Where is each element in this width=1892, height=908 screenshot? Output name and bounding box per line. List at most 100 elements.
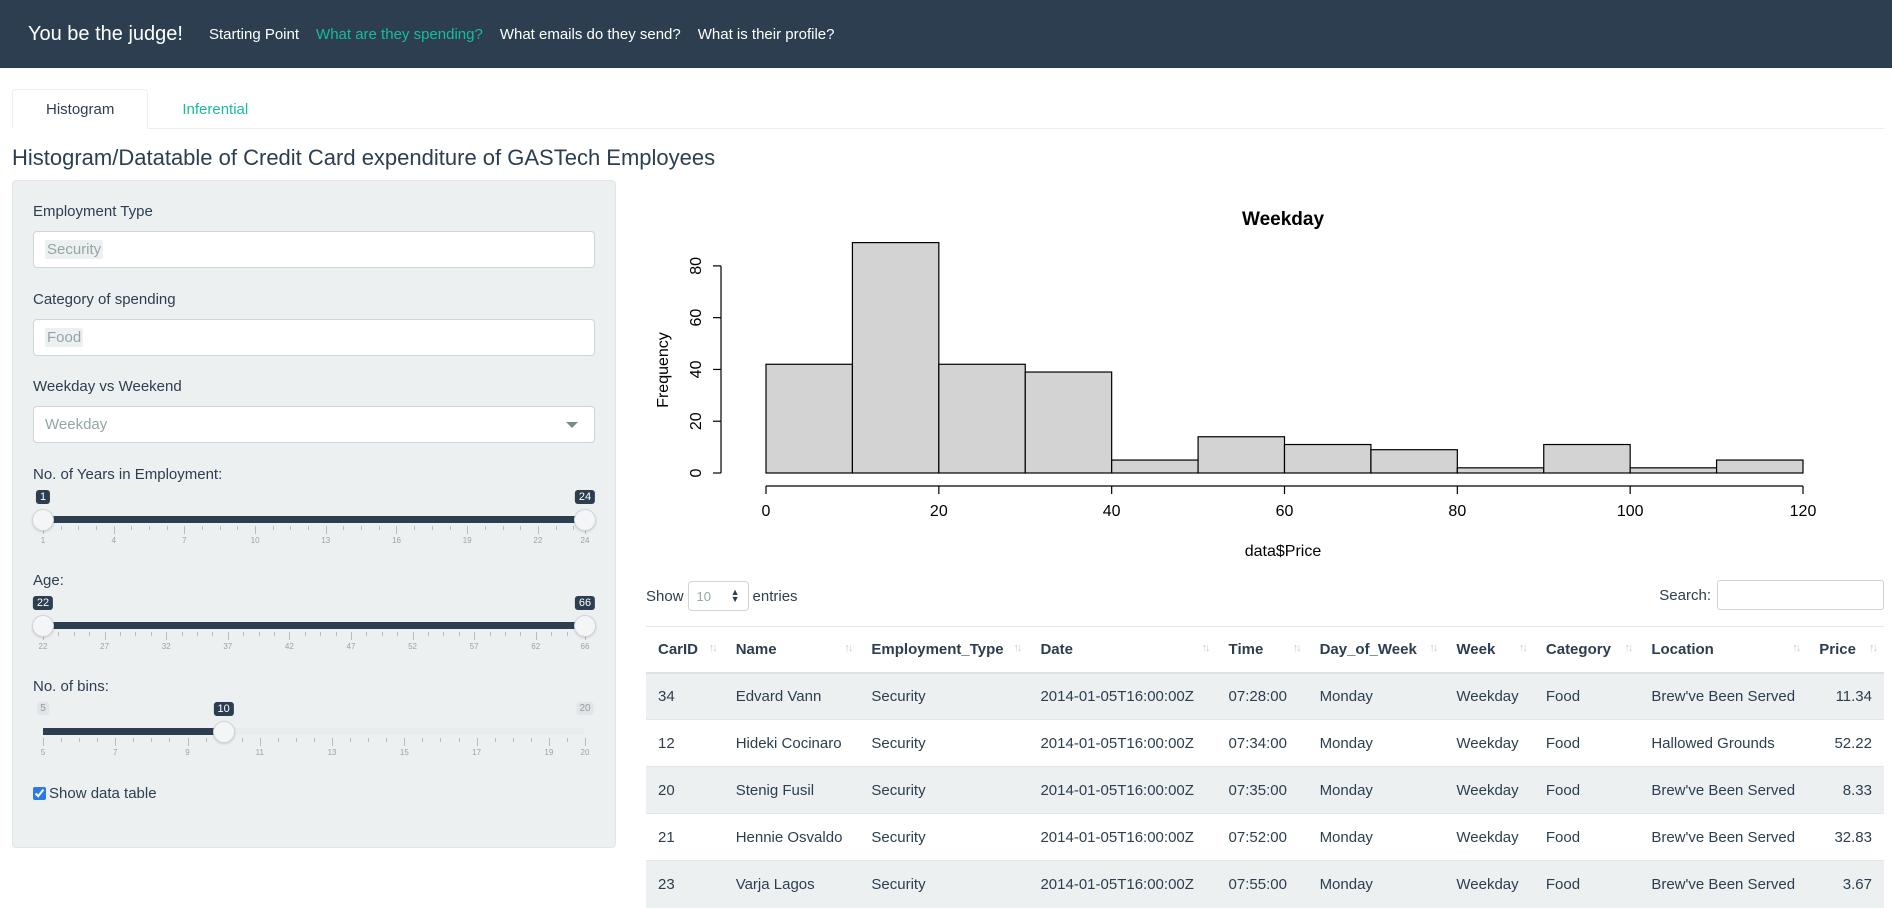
slider-minor-tick xyxy=(202,526,204,530)
chart-y-axis-label: Frequency xyxy=(655,332,672,408)
slider-minor-tick xyxy=(440,738,442,742)
slider-minor-tick xyxy=(58,632,60,636)
slider-from-handle[interactable] xyxy=(32,509,54,531)
column-header-location[interactable]: Location ↑↓ xyxy=(1639,626,1808,674)
column-header-price[interactable]: Price ↑↓ xyxy=(1807,626,1884,674)
column-header-name[interactable]: Name ↑↓ xyxy=(723,626,860,674)
nav-spending[interactable]: What are they spending? xyxy=(316,26,483,43)
employment-type-chip[interactable]: Security xyxy=(45,240,104,259)
slider-tick xyxy=(476,738,478,746)
employment-type-input[interactable]: Security xyxy=(33,231,595,268)
slider-tick-label: 37 xyxy=(223,642,233,651)
category-input[interactable]: Food xyxy=(33,319,595,356)
slider-handle[interactable] xyxy=(212,721,235,743)
table-cell: Security xyxy=(859,766,1029,814)
age-range-slider[interactable]: 22 27 32 37 42 47 52 57 62 66 22 66 xyxy=(32,586,596,651)
slider-minor-tick xyxy=(449,526,451,530)
entries-select[interactable]: 10 ▲ ▼ xyxy=(687,581,749,611)
weekday-select[interactable]: Weekday xyxy=(33,406,595,443)
slider-minor-tick xyxy=(504,632,506,636)
slider-to-handle[interactable] xyxy=(574,509,596,531)
slider-minor-tick xyxy=(427,632,429,636)
slider-tick-label: 7 xyxy=(182,536,187,545)
sort-arrows-icon: ↑↓ xyxy=(1013,642,1022,654)
slider-tick xyxy=(467,526,469,534)
show-table-checkbox[interactable] xyxy=(33,787,46,800)
slider-tick-label: 22 xyxy=(533,536,543,545)
y-tick-label: 40 xyxy=(688,360,705,378)
table-cell: 2014-01-05T16:00:00Z xyxy=(1028,813,1217,861)
slider-tick xyxy=(332,738,334,746)
column-header-date[interactable]: Date ↑↓ xyxy=(1028,626,1217,674)
table-cell: Food xyxy=(1533,719,1640,767)
slider-minor-tick xyxy=(422,738,424,742)
table-cell: 34 xyxy=(646,672,724,720)
slider-minor-tick xyxy=(458,632,460,636)
search-input[interactable] xyxy=(1717,580,1884,610)
nav-starting-point[interactable]: Starting Point xyxy=(209,26,299,43)
top-navbar: You be the judge! Starting Point What ar… xyxy=(0,0,1892,68)
table-cell: 07:55:00 xyxy=(1216,860,1308,908)
slider-minor-tick xyxy=(277,738,279,742)
column-header-time[interactable]: Time ↑↓ xyxy=(1216,626,1308,674)
slider-tick-label: 4 xyxy=(111,536,116,545)
slider-tick xyxy=(259,738,261,746)
table-row[interactable]: 34 Edvard Vann Security 2014-01-05T16:00:00… xyxy=(646,672,1884,720)
slider-tick-label: 9 xyxy=(185,748,190,757)
slider-minor-tick xyxy=(78,526,80,530)
tab-histogram[interactable]: Histogram xyxy=(12,89,149,129)
histogram-bars xyxy=(765,241,1804,474)
slider-minor-tick xyxy=(494,738,496,742)
table-cell: Security xyxy=(859,672,1029,720)
slider-tick xyxy=(104,632,106,640)
slider-from-handle[interactable] xyxy=(32,615,54,637)
years-range-slider[interactable]: 1 4 7 10 13 16 19 22 24 1 24 xyxy=(32,480,596,545)
slider-minor-tick xyxy=(530,738,532,742)
table-cell: Monday xyxy=(1307,813,1445,861)
slider-tick xyxy=(289,632,291,640)
column-header-week[interactable]: Week ↑↓ xyxy=(1444,626,1534,674)
slider-fill-bar xyxy=(43,516,585,523)
table-row[interactable]: 12 Hideki Cocinaro Security 2014-01-05T16:0… xyxy=(646,719,1884,767)
app-brand[interactable]: You be the judge! xyxy=(28,23,183,46)
slider-to-handle[interactable] xyxy=(574,615,596,637)
table-row[interactable]: 20 Stenig Fusil Security 2014-01-05T16:00:0… xyxy=(646,766,1884,814)
column-header-category[interactable]: Category ↑↓ xyxy=(1533,626,1640,674)
slider-minor-tick xyxy=(150,632,152,636)
bins-slider[interactable]: 5 7 9 11 13 15 17 19 20 5 20 10 xyxy=(33,692,595,757)
slider-tick-label: 15 xyxy=(399,748,409,757)
slider-tick-label: 42 xyxy=(284,642,294,651)
column-header-employment-type[interactable]: Employment_Type ↑↓ xyxy=(859,626,1029,674)
tab-inferential[interactable]: Inferential xyxy=(148,89,282,128)
slider-tick xyxy=(585,738,586,746)
slider-tick-label: 13 xyxy=(327,748,337,757)
table-cell: 11.34 xyxy=(1807,672,1884,720)
slider-to-label: 24 xyxy=(574,490,596,504)
y-tick-label: 80 xyxy=(688,257,705,275)
slider-tick xyxy=(115,738,117,746)
category-label: Category of spending xyxy=(33,291,176,308)
slider-tick-label: 27 xyxy=(100,642,110,651)
show-table-toggle[interactable]: Show data table xyxy=(33,785,157,802)
table-cell: Edvard Vann xyxy=(723,672,860,720)
table-cell: Weekday xyxy=(1444,766,1534,814)
chart-title: Weekday xyxy=(1242,209,1324,230)
table-row[interactable]: 21 Hennie Osvaldo Security 2014-01-05T16:00… xyxy=(646,813,1884,861)
nav-profile[interactable]: What is their profile? xyxy=(698,26,835,43)
slider-minor-tick xyxy=(166,526,168,530)
table-cell: 07:35:00 xyxy=(1216,766,1308,814)
slider-minor-tick xyxy=(551,632,553,636)
column-header-day-of-week[interactable]: Day_of_Week ↑↓ xyxy=(1307,626,1445,674)
slider-tick xyxy=(396,526,398,534)
slider-tick xyxy=(412,632,414,640)
slider-minor-tick xyxy=(290,526,292,530)
slider-minor-tick xyxy=(308,526,310,530)
category-chip[interactable]: Food xyxy=(45,328,84,347)
column-header-carid[interactable]: CarID ↑↓ xyxy=(646,626,724,674)
slider-minor-tick xyxy=(350,738,352,742)
slider-tick xyxy=(350,632,352,640)
sort-arrows-icon: ↑↓ xyxy=(844,642,853,654)
nav-emails[interactable]: What emails do they send? xyxy=(500,26,681,43)
slider-minor-tick xyxy=(196,632,198,636)
table-row[interactable]: 23 Varja Lagos Security 2014-01-05T16:00:00… xyxy=(646,860,1884,908)
